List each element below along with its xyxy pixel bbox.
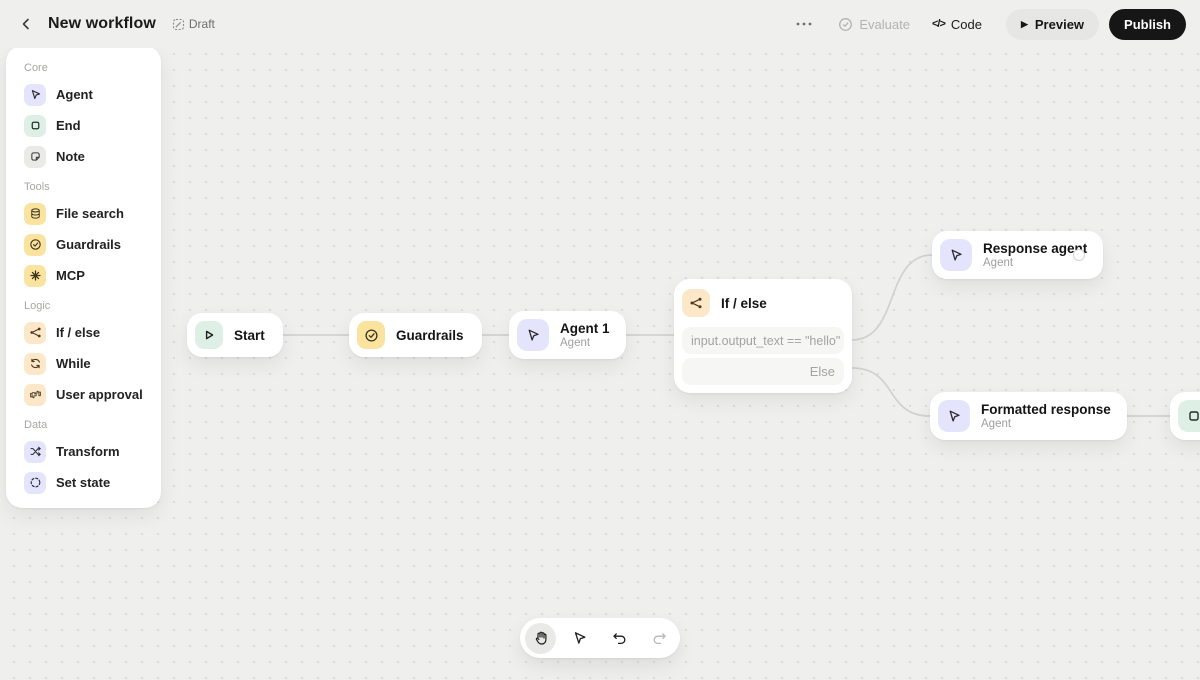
node-formatted-response[interactable]: Formatted response Agent	[930, 392, 1127, 440]
loop-icon	[24, 352, 46, 375]
grab-tool-button[interactable]	[525, 622, 556, 654]
edit-icon	[172, 18, 184, 30]
branch-icon	[682, 289, 710, 317]
thumbs-icon	[24, 383, 46, 406]
node-title: Guardrails	[396, 327, 464, 343]
palette-item-set-state[interactable]: Set state	[6, 467, 161, 498]
more-options-button[interactable]	[792, 18, 816, 30]
publish-button[interactable]: Publish	[1109, 8, 1186, 40]
node-palette: Core Agent End Note Tools File search Gu…	[6, 46, 161, 508]
node-subtitle: Agent	[981, 418, 1012, 430]
code-button[interactable]: </> Code	[932, 17, 982, 32]
agent-icon	[940, 239, 972, 271]
play-icon	[195, 321, 223, 349]
node-guardrails[interactable]: Guardrails	[349, 313, 482, 357]
file-search-icon	[24, 202, 46, 225]
top-bar: New workflow Draft Evaluate </> Code ▶ P…	[0, 0, 1200, 48]
code-icon: </>	[931, 18, 946, 30]
redo-icon	[653, 632, 666, 644]
guardrails-icon	[24, 233, 46, 256]
section-label-logic: Logic	[24, 300, 51, 312]
node-title: Agent 1	[560, 321, 610, 336]
node-start[interactable]: Start	[187, 313, 283, 357]
node-end[interactable]	[1170, 392, 1200, 440]
palette-item-guardrails[interactable]: Guardrails	[6, 229, 161, 260]
palette-item-agent[interactable]: Agent	[6, 79, 161, 110]
palette-item-if-else[interactable]: If / else	[6, 317, 161, 348]
node-title: Start	[234, 327, 265, 343]
redo-button[interactable]	[644, 623, 675, 654]
end-icon	[24, 114, 46, 137]
evaluate-button[interactable]: Evaluate	[838, 17, 910, 32]
palette-item-transform[interactable]: Transform	[6, 436, 161, 467]
page-title: New workflow	[48, 15, 156, 32]
agent-icon	[24, 83, 46, 106]
else-row[interactable]: Else	[682, 358, 844, 385]
end-icon	[1178, 400, 1200, 432]
palette-item-end[interactable]: End	[6, 110, 161, 141]
evaluate-icon	[839, 17, 853, 31]
draft-label: Draft	[188, 17, 215, 31]
node-if-else[interactable]: If / else input.output_text == "hello" E…	[674, 279, 852, 393]
draft-status-badge[interactable]: Draft	[172, 17, 215, 31]
section-label-data: Data	[24, 419, 48, 431]
output-port[interactable]	[1073, 249, 1085, 261]
undo-icon	[613, 632, 626, 644]
node-agent-1[interactable]: Agent 1 Agent	[509, 311, 626, 359]
preview-button[interactable]: ▶ Preview	[1005, 8, 1100, 40]
mcp-icon	[24, 264, 46, 287]
node-subtitle: Agent	[560, 337, 591, 349]
node-title: Formatted response	[981, 402, 1111, 417]
play-icon: ▶	[1020, 18, 1028, 29]
node-subtitle: Agent	[983, 257, 1014, 269]
section-label-tools: Tools	[24, 181, 50, 193]
palette-item-note[interactable]: Note	[6, 141, 161, 172]
node-title: Response agent	[983, 241, 1088, 256]
node-title: If / else	[721, 295, 767, 311]
agent-icon	[517, 319, 549, 351]
select-tool-button[interactable]	[565, 623, 596, 654]
palette-item-file-search[interactable]: File search	[6, 198, 161, 229]
hand-icon	[535, 631, 546, 645]
palette-item-mcp[interactable]: MCP	[6, 260, 161, 291]
shuffle-icon	[24, 440, 46, 463]
palette-item-user-approval[interactable]: User approval	[6, 379, 161, 410]
workflow-canvas[interactable]: Start Guardrails Agent 1 Agent If / else…	[0, 0, 1200, 680]
if-condition-row[interactable]: input.output_text == "hello"	[682, 327, 844, 354]
palette-item-while[interactable]: While	[6, 348, 161, 379]
agent-icon	[938, 400, 970, 432]
ellipsis-icon	[796, 22, 812, 26]
note-icon	[24, 145, 46, 168]
section-label-core: Core	[24, 62, 48, 74]
back-button[interactable]	[14, 12, 38, 36]
canvas-toolbar	[520, 618, 680, 658]
cursor-icon	[575, 632, 586, 644]
dashed-circle-icon	[24, 471, 46, 494]
branch-icon	[24, 321, 46, 344]
guardrails-icon	[357, 321, 385, 349]
undo-button[interactable]	[604, 623, 635, 654]
